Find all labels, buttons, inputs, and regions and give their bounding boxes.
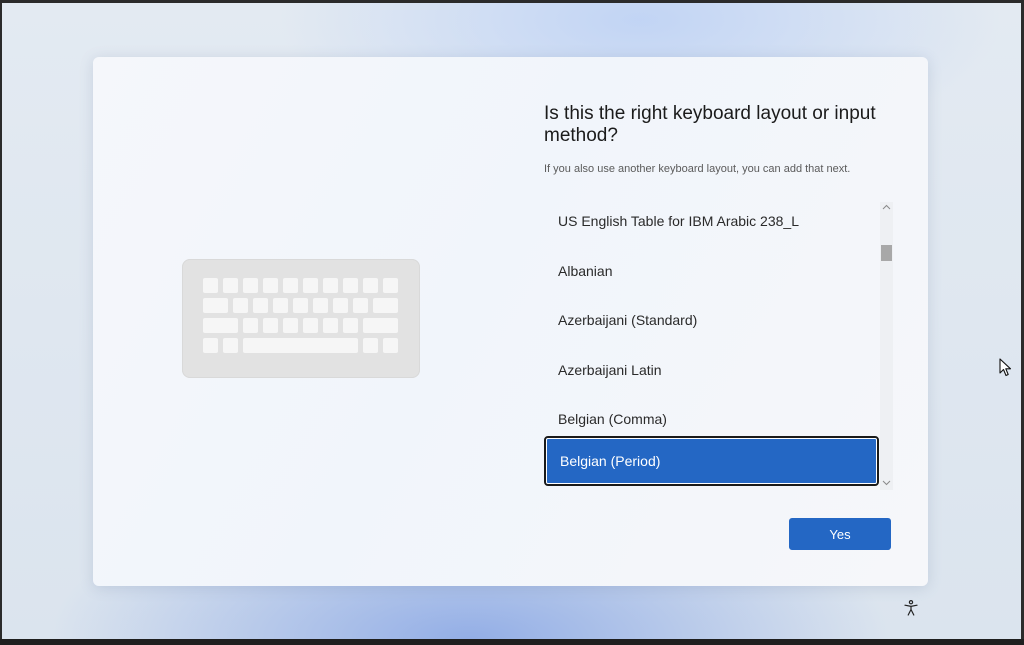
window-frame-top bbox=[0, 0, 1024, 3]
yes-button[interactable]: Yes bbox=[789, 518, 891, 550]
mouse-pointer-icon bbox=[999, 358, 1013, 378]
keyboard-icon bbox=[182, 259, 420, 378]
chevron-down-icon[interactable] bbox=[880, 478, 893, 490]
window-frame-left bbox=[0, 0, 2, 645]
accessibility-icon[interactable] bbox=[902, 599, 920, 617]
chevron-up-icon[interactable] bbox=[880, 202, 893, 214]
keyboard-layout-list[interactable]: US English Table for IBM Arabic 238_L Al… bbox=[544, 199, 894, 491]
page-title: Is this the right keyboard layout or inp… bbox=[544, 103, 876, 146]
window-frame-bottom bbox=[0, 639, 1024, 645]
list-item[interactable]: Azerbaijani Latin bbox=[544, 345, 879, 395]
list-item[interactable]: Azerbaijani (Standard) bbox=[544, 295, 879, 345]
list-item-selected[interactable]: Belgian (Period) bbox=[544, 436, 879, 486]
scrollbar-thumb[interactable] bbox=[881, 245, 892, 261]
setup-dialog: Is this the right keyboard layout or inp… bbox=[93, 57, 928, 586]
list-item[interactable]: US English Table for IBM Arabic 238_L bbox=[544, 199, 879, 246]
list-item[interactable]: Albanian bbox=[544, 246, 879, 296]
list-scrollbar[interactable] bbox=[880, 202, 893, 490]
page-subtitle: If you also use another keyboard layout,… bbox=[544, 163, 851, 175]
